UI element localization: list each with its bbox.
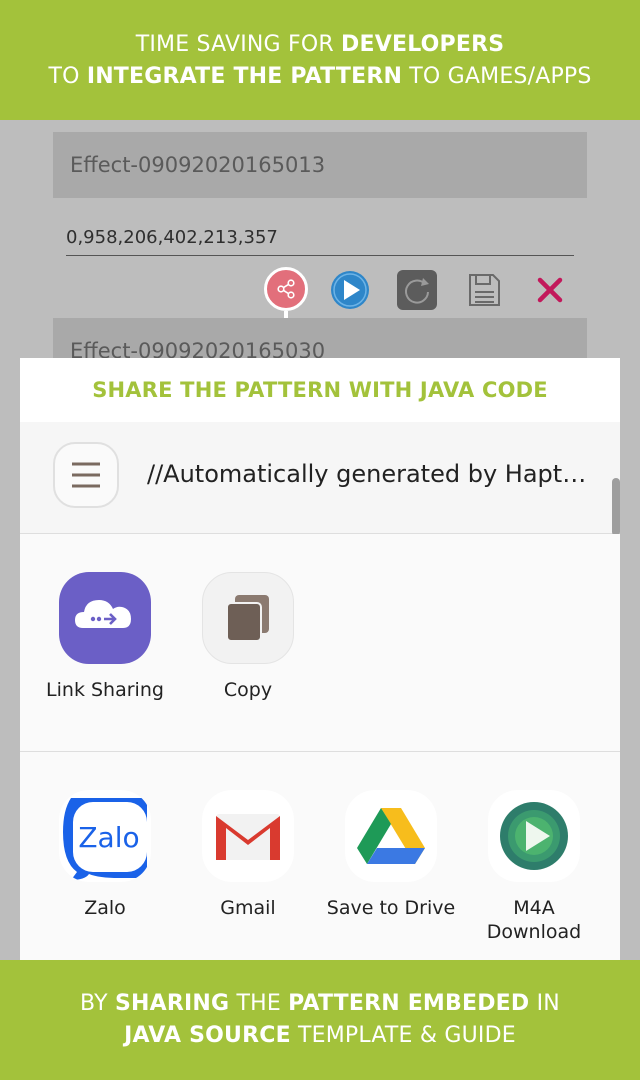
- banner-text: IN: [529, 991, 560, 1016]
- copy-icon: [202, 572, 294, 664]
- effect-pattern-field[interactable]: 0,958,206,402,213,357: [66, 224, 574, 256]
- gmail-label: Gmail: [220, 897, 276, 919]
- link-sharing-label: Link Sharing: [46, 679, 164, 701]
- effect-editor: Effect-09092020165013 0,958,206,402,213,…: [0, 120, 640, 384]
- zalo-icon: Zalo: [59, 790, 151, 882]
- banner-text: TIME SAVING FOR: [135, 32, 342, 57]
- scrollbar[interactable]: [612, 478, 620, 536]
- top-banner: TIME SAVING FOR DEVELOPERS TO INTEGRATE …: [0, 0, 640, 120]
- link-sharing-option[interactable]: Link Sharing: [34, 572, 176, 702]
- banner-text-bold: DEVELOPERS: [341, 32, 505, 57]
- gmail-option[interactable]: Gmail: [177, 790, 319, 920]
- save-button[interactable]: [464, 270, 504, 310]
- banner-text: TO: [48, 64, 87, 89]
- save-icon: [469, 274, 500, 306]
- repeat-icon: [397, 270, 437, 310]
- delete-button[interactable]: [530, 270, 570, 310]
- svg-text:Zalo: Zalo: [78, 821, 139, 854]
- banner-text: TO GAMES/APPS: [402, 64, 592, 89]
- copy-option[interactable]: Copy: [177, 572, 319, 702]
- share-preview-text: //Automatically generated by Haptic T...: [147, 460, 587, 488]
- gmail-icon: [202, 790, 294, 882]
- bottom-banner: BY SHARING THE PATTERN EMBEDED IN JAVA S…: [0, 960, 640, 1080]
- m4a-download-label: M4A Download: [486, 897, 582, 943]
- zalo-option[interactable]: Zalo Zalo: [34, 790, 176, 920]
- repeat-button[interactable]: [397, 270, 437, 310]
- share-preview: //Automatically generated by Haptic T...: [20, 422, 620, 536]
- m4a-download-option[interactable]: M4A Download: [463, 790, 605, 944]
- share-sheet: SHARE THE PATTERN WITH JAVA CODE //Autom…: [20, 358, 620, 960]
- text-document-icon: [53, 442, 119, 508]
- bottom-banner-line1: BY SHARING THE PATTERN EMBEDED IN: [0, 988, 640, 1020]
- delete-icon: [537, 277, 563, 303]
- share-icon: [277, 279, 295, 299]
- banner-text-bold: PATTERN EMBEDED: [288, 991, 530, 1016]
- m4a-download-icon: [488, 790, 580, 882]
- banner-text-bold: JAVA SOURCE: [124, 1023, 291, 1048]
- top-banner-line1: TIME SAVING FOR DEVELOPERS: [0, 29, 640, 61]
- banner-text: BY: [80, 991, 115, 1016]
- banner-text-bold: INTEGRATE THE PATTERN: [86, 64, 403, 89]
- banner-text-bold: SHARING: [114, 991, 230, 1016]
- bottom-banner-line2: JAVA SOURCE TEMPLATE & GUIDE: [0, 1020, 640, 1052]
- save-to-drive-option[interactable]: Save to Drive: [320, 790, 462, 920]
- banner-text: THE: [229, 991, 289, 1016]
- save-to-drive-label: Save to Drive: [326, 897, 456, 919]
- banner-text: TEMPLATE & GUIDE: [290, 1023, 516, 1048]
- top-banner-line2: TO INTEGRATE THE PATTERN TO GAMES/APPS: [0, 61, 640, 93]
- share-sheet-header: SHARE THE PATTERN WITH JAVA CODE: [20, 358, 620, 422]
- link-sharing-icon: [59, 572, 151, 664]
- share-actions-row: Link Sharing Copy: [20, 534, 620, 752]
- play-icon: [331, 271, 369, 309]
- zalo-label: Zalo: [84, 897, 126, 919]
- play-button[interactable]: [330, 270, 370, 310]
- drive-icon: [345, 790, 437, 882]
- copy-label: Copy: [223, 679, 273, 701]
- effect-name-field[interactable]: Effect-09092020165013: [53, 132, 587, 198]
- share-button[interactable]: [264, 267, 308, 311]
- share-apps-row: Zalo Zalo Gmail Save to Drive M4A Downlo…: [20, 752, 620, 960]
